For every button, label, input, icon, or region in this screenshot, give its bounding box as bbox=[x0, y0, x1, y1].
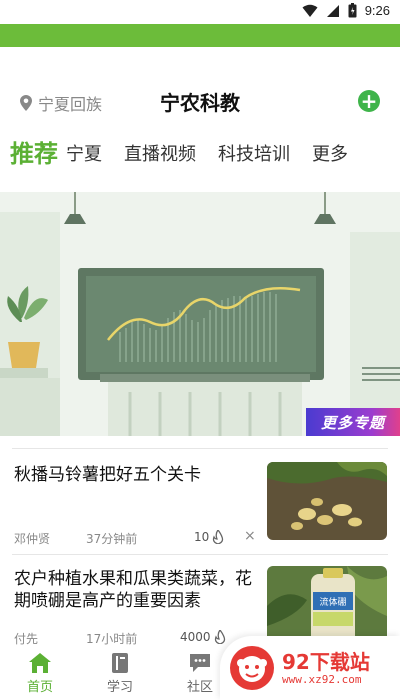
article-item[interactable]: 秋播马铃薯把好五个关卡 邓仲贤 37分钟前 10 × bbox=[0, 454, 400, 554]
dismiss-icon[interactable]: × bbox=[244, 528, 256, 544]
watermark: 92下载站 www.xz92.com bbox=[220, 636, 400, 700]
watermark-url: www.xz92.com bbox=[282, 672, 362, 686]
status-icons: 9:26 bbox=[302, 3, 390, 18]
tab-ningxia[interactable]: 宁夏 bbox=[66, 140, 102, 172]
article-title: 农户种植水果和瓜果类蔬菜，花期喷硼是高产的重要因素 bbox=[14, 569, 252, 611]
top-accent-bar bbox=[0, 24, 400, 47]
page-title: 宁农科教 bbox=[160, 91, 240, 115]
article-author: 付先 bbox=[14, 632, 39, 646]
tab-more[interactable]: 更多 bbox=[312, 140, 348, 172]
category-tabs: 推荐 宁夏 直播视频 科技培训 更多 bbox=[0, 132, 400, 172]
nav-community-label: 社区 bbox=[186, 680, 213, 695]
article-title: 秋播马铃薯把好五个关卡 bbox=[14, 465, 201, 485]
add-button[interactable]: + bbox=[358, 90, 380, 112]
nav-study[interactable]: 学习 bbox=[80, 648, 160, 700]
book-icon bbox=[112, 653, 128, 673]
monkey-face-icon bbox=[237, 656, 267, 682]
banner-illustration bbox=[0, 192, 400, 436]
status-time: 9:26 bbox=[364, 3, 390, 18]
article-author: 邓仲贤 bbox=[14, 532, 51, 546]
status-bar: 9:26 bbox=[0, 0, 400, 24]
potato-image bbox=[267, 462, 387, 540]
battery-icon bbox=[348, 3, 357, 18]
tab-tech-training[interactable]: 科技培训 bbox=[218, 140, 290, 172]
flame-icon bbox=[214, 630, 225, 644]
article-time: 17小时前 bbox=[86, 632, 138, 646]
watermark-brand: 92下载站 bbox=[282, 649, 370, 674]
tab-live-video[interactable]: 直播视频 bbox=[124, 140, 196, 172]
chat-icon bbox=[190, 654, 210, 672]
nav-home-label: 首页 bbox=[26, 680, 53, 695]
article-thumbnail bbox=[267, 462, 387, 540]
bottle-label: 流体硼 bbox=[319, 596, 346, 608]
like-count: 10 bbox=[194, 530, 210, 544]
tab-recommend[interactable]: 推荐 bbox=[10, 134, 58, 172]
divider bbox=[12, 554, 388, 555]
header: 宁夏回族 宁农科教 + bbox=[0, 80, 400, 124]
watermark-text: 92下载站 www.xz92.com bbox=[282, 651, 370, 686]
article-time: 37分钟前 bbox=[86, 532, 138, 546]
like-count: 4000 bbox=[180, 630, 211, 644]
more-topics-badge[interactable]: 更多专题 bbox=[306, 408, 400, 436]
signal-icon bbox=[326, 4, 339, 17]
nav-study-label: 学习 bbox=[106, 680, 133, 695]
article-likes: 4000 bbox=[180, 630, 226, 644]
fertilizer-image: 流体硼 bbox=[267, 566, 387, 644]
flame-icon bbox=[213, 530, 224, 544]
divider bbox=[12, 448, 388, 449]
article-thumbnail: 流体硼 bbox=[267, 566, 387, 644]
nav-home[interactable]: 首页 bbox=[0, 648, 80, 700]
banner[interactable]: 更多专题 bbox=[0, 192, 400, 436]
article-likes: 10 bbox=[194, 530, 224, 544]
watermark-logo bbox=[230, 646, 274, 690]
home-icon bbox=[29, 653, 51, 673]
wifi-icon bbox=[302, 4, 318, 17]
